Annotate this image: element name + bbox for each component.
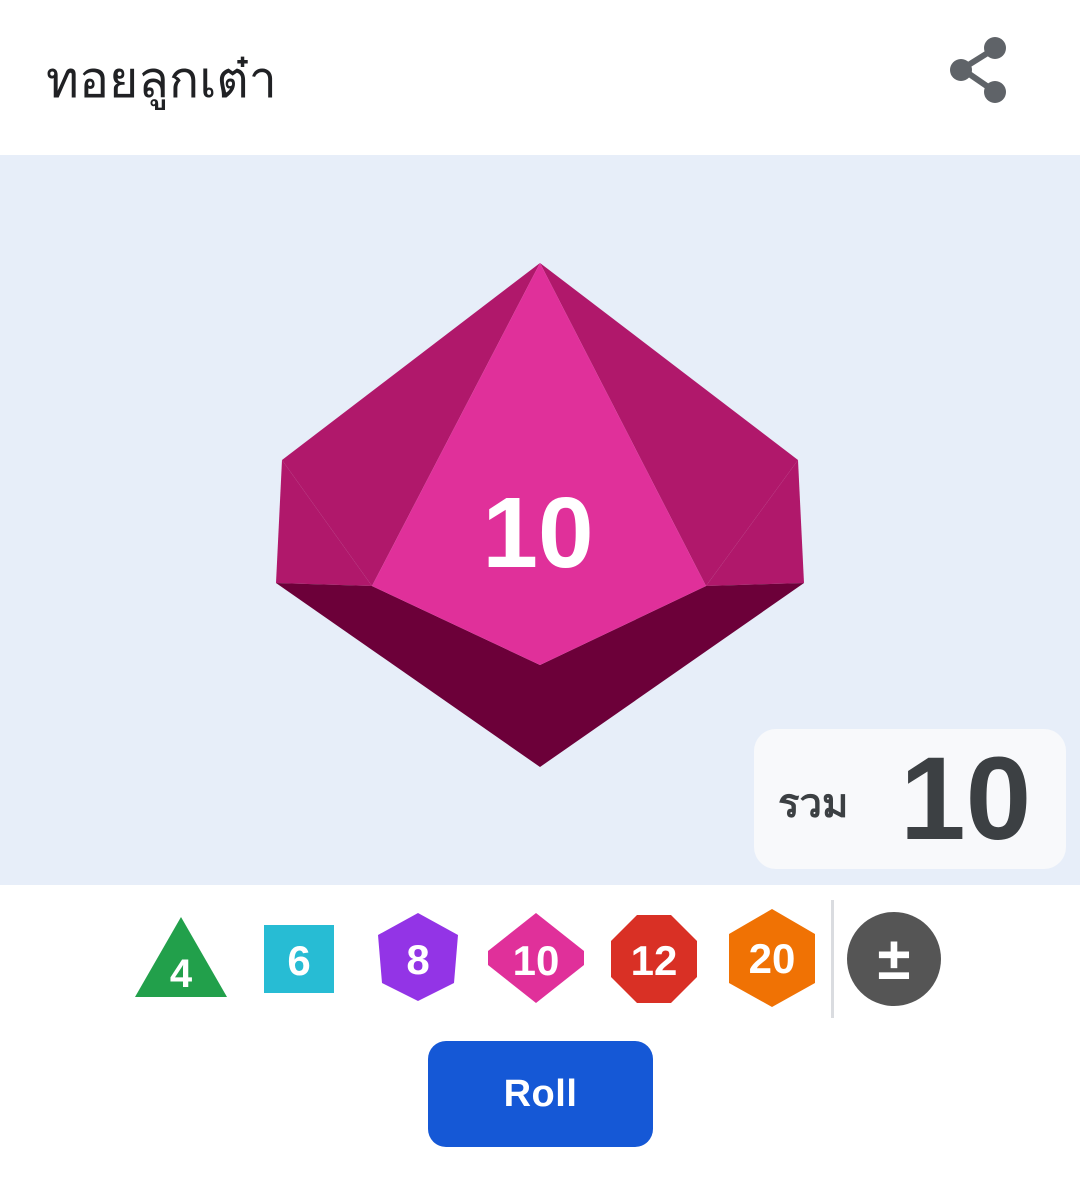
divider — [831, 900, 834, 1018]
d20-button[interactable]: 20 — [727, 907, 817, 1009]
dice-selector: 4 6 8 10 12 20 ± — [0, 885, 1080, 1035]
share-icon — [950, 37, 1006, 103]
svg-text:8: 8 — [406, 936, 429, 983]
d10-button[interactable]: 10 — [486, 911, 586, 1005]
hexagon-die-icon: 20 — [729, 909, 815, 1007]
triangle-die-icon: 4 — [135, 917, 227, 997]
d6-button[interactable]: 6 — [264, 925, 334, 993]
hexagon-die-icon: 8 — [378, 913, 458, 1001]
d4-button[interactable]: 4 — [133, 915, 229, 999]
square-die-icon: 6 — [264, 925, 334, 993]
dice-stage: 10 รวม 10 — [0, 155, 1080, 885]
svg-text:10: 10 — [513, 937, 560, 984]
total-value: 10 — [900, 733, 1032, 865]
svg-text:12: 12 — [631, 937, 678, 984]
total-box: รวม 10 — [754, 729, 1066, 869]
roll-button[interactable]: Roll — [428, 1041, 653, 1147]
share-button[interactable] — [940, 36, 1020, 106]
svg-text:20: 20 — [749, 935, 796, 982]
page-title: ทอยลูกเต๋า — [46, 51, 277, 109]
octagon-die-icon: 12 — [611, 915, 697, 1003]
app-header: ทอยลูกเต๋า — [0, 0, 1080, 155]
d8-button[interactable]: 8 — [376, 911, 460, 1003]
svg-text:6: 6 — [287, 937, 310, 984]
rolled-die-value: 10 — [482, 477, 593, 589]
diamond-die-icon: 10 — [488, 913, 584, 1003]
d12-button[interactable]: 12 — [609, 913, 699, 1005]
modifier-button[interactable]: ± — [846, 911, 942, 1007]
plus-minus-icon: ± — [847, 912, 941, 1006]
svg-text:4: 4 — [170, 952, 193, 996]
svg-text:±: ± — [878, 925, 911, 992]
total-label: รวม — [778, 781, 849, 827]
